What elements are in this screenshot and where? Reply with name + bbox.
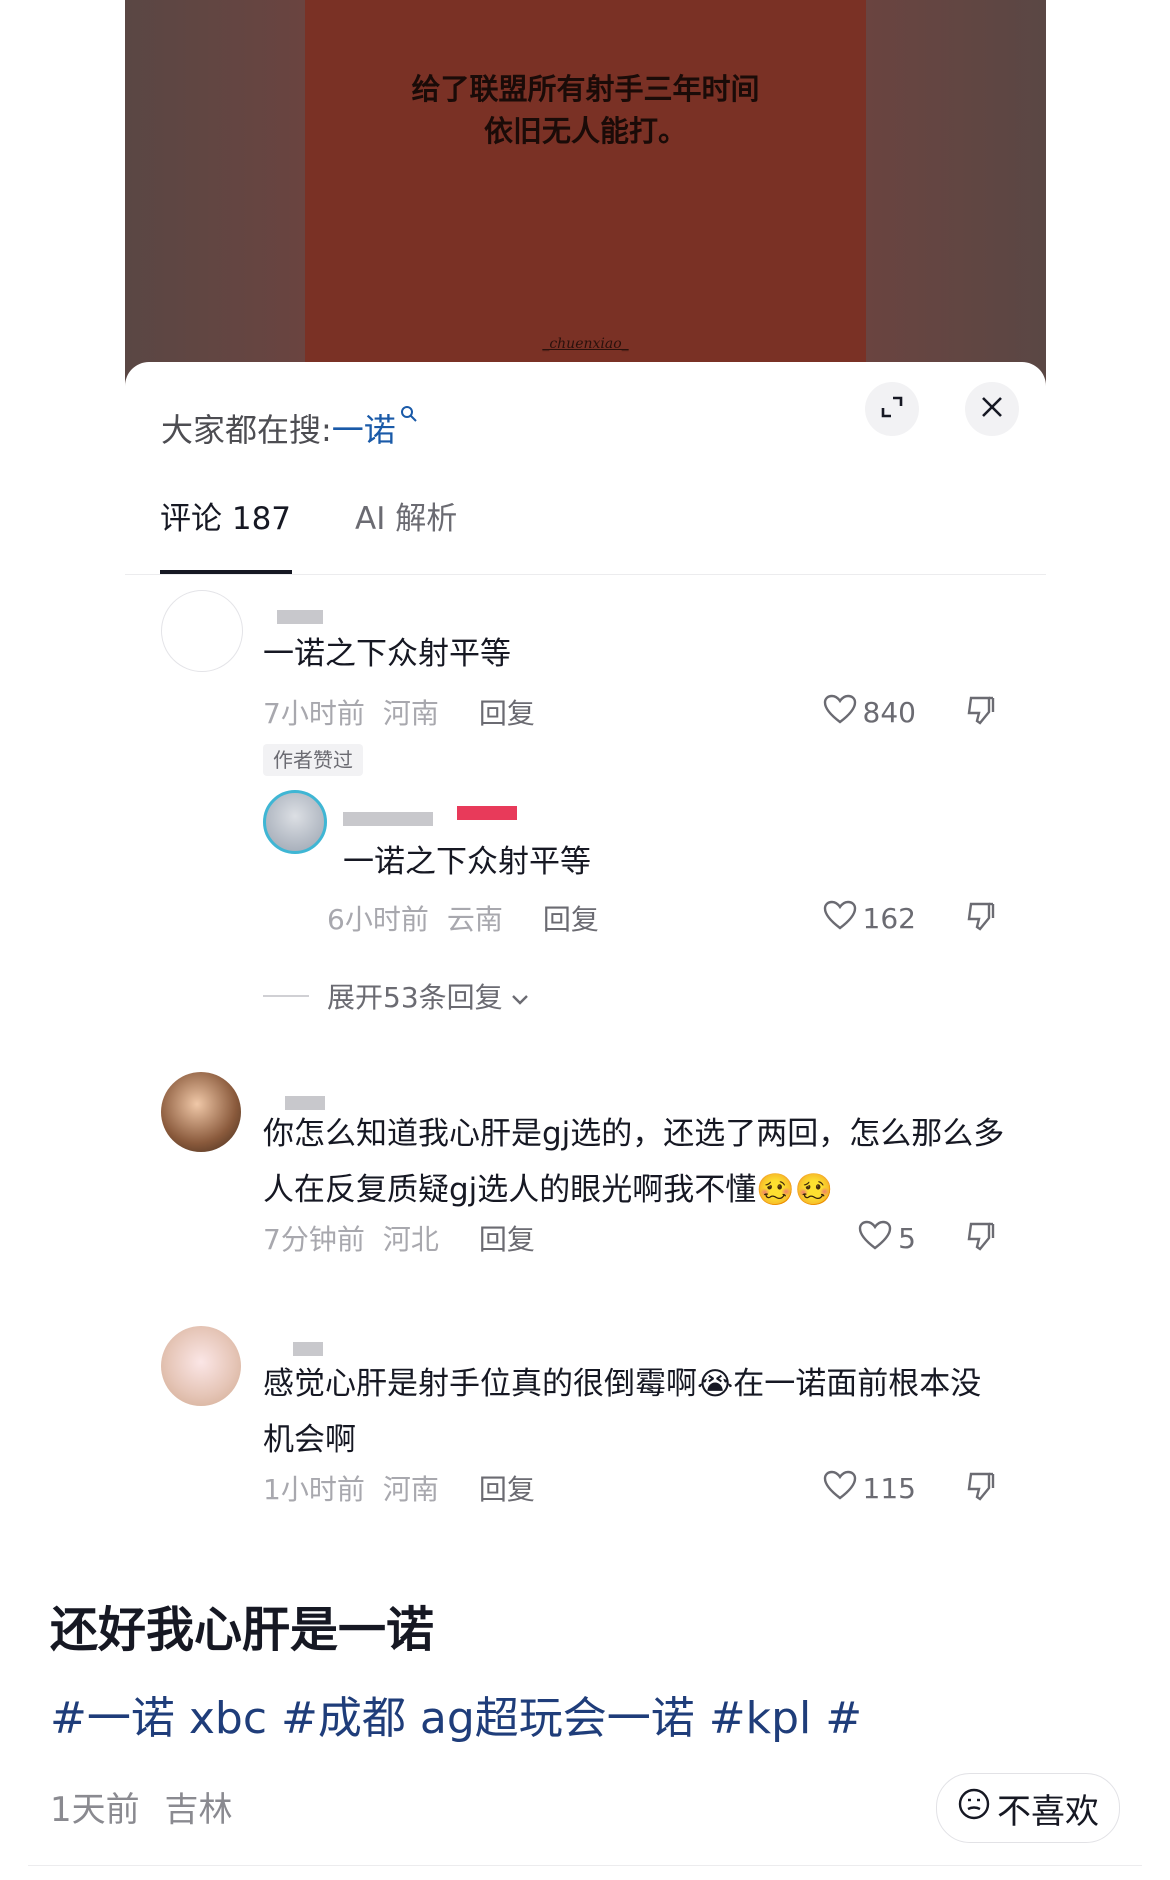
post-hashtags[interactable]: #一诺 xbc #成都 ag超玩会一诺 #kpl # [50, 1682, 862, 1746]
expand-button[interactable] [865, 382, 919, 436]
tab-comments[interactable]: 评论 187 [160, 494, 291, 544]
video-frame: 给了联盟所有射手三年时间 依旧无人能打。 _chuenxiao_ [305, 0, 866, 390]
username-redacted[interactable] [293, 1342, 323, 1356]
reply-button[interactable]: 回复 [543, 898, 599, 938]
like-count: 162 [862, 901, 916, 935]
comment-meta: 7小时前 河南 回复 [263, 692, 553, 732]
not-interested-button[interactable]: 不喜欢 [936, 1773, 1120, 1843]
dislike-button[interactable] [965, 1468, 997, 1508]
reply-time: 6小时前 [327, 903, 429, 936]
comment-meta: 1小时前 河南 回复 [263, 1468, 553, 1508]
like-count: 840 [862, 695, 916, 729]
dislike-button[interactable] [965, 898, 997, 938]
tab-bar: 评论 187 AI 解析 [125, 494, 1046, 575]
expand-replies-label: 展开53条回复 [327, 981, 503, 1014]
reply-text: 一诺之下众射平等 [343, 844, 591, 880]
avatar-user-icon[interactable] [263, 790, 327, 854]
username-tag-redacted [457, 806, 517, 820]
video-caption: 给了联盟所有射手三年时间 依旧无人能打。 [305, 68, 866, 152]
like-count: 115 [862, 1471, 916, 1505]
comment-time: 7小时前 [263, 697, 365, 730]
expand-icon [879, 394, 905, 424]
chevron-down-icon [511, 980, 529, 1013]
search-prefix: 大家都在搜: [161, 411, 332, 449]
reply-meta: 6小时前 云南 回复 [327, 898, 617, 938]
comment-time: 1小时前 [263, 1473, 365, 1506]
close-button[interactable] [965, 382, 1019, 436]
reply-location: 云南 [446, 903, 503, 936]
username-redacted[interactable] [277, 610, 323, 624]
expand-replies-button[interactable]: 展开53条回复 [263, 976, 529, 1016]
avatar-user-icon[interactable] [161, 1326, 241, 1406]
video-caption-line1: 给了联盟所有射手三年时间 [411, 72, 760, 106]
thumbs-down-icon [965, 1470, 997, 1506]
dislike-button[interactable] [965, 692, 997, 732]
post-location: 吉林 [164, 1790, 233, 1830]
heart-icon [823, 1470, 863, 1507]
like-button[interactable]: 840 [823, 692, 916, 732]
video-blur-left [125, 0, 305, 390]
heart-icon [823, 900, 863, 937]
comments-panel: 大家都在搜: 一诺 评论 187 AI 解析 一诺之下众射平等 7小时前 河南 … [125, 362, 1046, 1540]
post-title: 还好我心肝是一诺 [50, 1602, 435, 1658]
like-count: 5 [898, 1221, 916, 1255]
video-player[interactable]: 给了联盟所有射手三年时间 依旧无人能打。 _chuenxiao_ [125, 0, 1046, 390]
not-interested-label: 不喜欢 [997, 1791, 1099, 1832]
like-button[interactable]: 5 [858, 1218, 916, 1258]
search-icon [400, 404, 418, 428]
like-button[interactable]: 115 [823, 1468, 916, 1508]
video-blur-right [866, 0, 1046, 390]
dislike-button[interactable] [965, 1218, 997, 1258]
close-icon [980, 395, 1004, 423]
avatar-user-icon[interactable] [161, 1072, 241, 1152]
video-caption-line2: 依旧无人能打。 [483, 114, 687, 148]
divider [263, 995, 309, 997]
video-watermark: _chuenxiao_ [542, 336, 629, 352]
tab-ai-analysis[interactable]: AI 解析 [355, 494, 457, 544]
comment-text: 一诺之下众射平等 [263, 636, 511, 672]
heart-icon [858, 1220, 898, 1257]
divider [28, 1865, 1142, 1866]
comment-time: 7分钟前 [263, 1223, 365, 1256]
heart-icon [823, 694, 863, 731]
reply-button[interactable]: 回复 [479, 1468, 535, 1508]
author-liked-badge: 作者赞过 [263, 744, 363, 776]
comment-text: 感觉心肝是射手位真的很倒霉啊😭在一诺面前根本没机会啊 [263, 1366, 982, 1458]
reply-button[interactable]: 回复 [479, 692, 535, 732]
search-suggestion[interactable]: 大家都在搜: 一诺 [161, 398, 418, 458]
comment-meta: 7分钟前 河北 回复 [263, 1218, 553, 1258]
comment-location: 河北 [382, 1223, 439, 1256]
post-meta: 1天前 吉林 [50, 1782, 232, 1831]
comment-location: 河南 [382, 697, 439, 730]
post-time: 1天前 [50, 1790, 140, 1830]
comment-location: 河南 [382, 1473, 439, 1506]
search-term-link[interactable]: 一诺 [332, 405, 396, 451]
thumbs-down-icon [965, 694, 997, 730]
username-redacted[interactable] [343, 812, 433, 826]
neutral-face-icon [957, 1787, 991, 1830]
thumbs-down-icon [965, 900, 997, 936]
thumbs-down-icon [965, 1220, 997, 1256]
comment-text: 你怎么知道我心肝是gj选的，还选了两回，怎么那么多人在反复质疑gj选人的眼光啊我… [263, 1116, 1005, 1208]
reply-button[interactable]: 回复 [479, 1218, 535, 1258]
like-button[interactable]: 162 [823, 898, 916, 938]
avatar-blank-icon[interactable] [161, 590, 243, 672]
tab-active-indicator [160, 570, 292, 574]
